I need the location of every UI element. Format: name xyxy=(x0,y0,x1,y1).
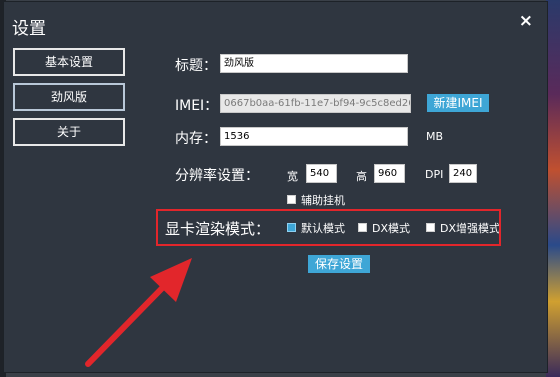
annotation-arrow-icon xyxy=(85,258,192,367)
